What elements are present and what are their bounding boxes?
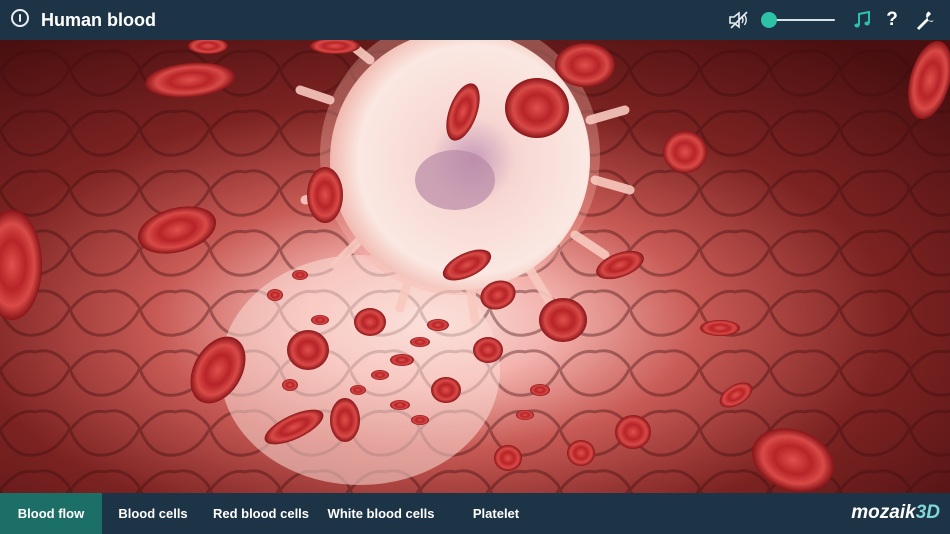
help-icon[interactable]: ? xyxy=(884,8,900,32)
music-note-icon[interactable] xyxy=(852,10,872,30)
brand-logo: mozaik3D xyxy=(851,501,940,525)
brand-suffix: 3D xyxy=(915,502,940,523)
tab-white-blood-cells[interactable]: White blood cells xyxy=(321,493,441,534)
wrench-icon[interactable] xyxy=(914,9,936,31)
top-bar: Human blood ? xyxy=(0,0,950,40)
blood-vessel-scene[interactable] xyxy=(0,40,950,493)
tab-blood-flow[interactable]: Blood flow xyxy=(0,493,102,534)
info-icon[interactable] xyxy=(11,9,29,27)
volume-slider[interactable] xyxy=(757,12,837,28)
bottom-tab-bar: Blood flow Blood cells Red blood cells W… xyxy=(0,493,950,534)
page-title: Human blood xyxy=(41,10,156,30)
tab-blood-cells[interactable]: Blood cells xyxy=(105,493,201,534)
tab-platelet[interactable]: Platelet xyxy=(455,493,537,534)
tab-red-blood-cells[interactable]: Red blood cells xyxy=(205,493,317,534)
volume-slider-thumb[interactable] xyxy=(760,12,777,28)
brand-name: mozaik xyxy=(851,502,916,523)
sound-muted-icon[interactable] xyxy=(728,10,750,30)
